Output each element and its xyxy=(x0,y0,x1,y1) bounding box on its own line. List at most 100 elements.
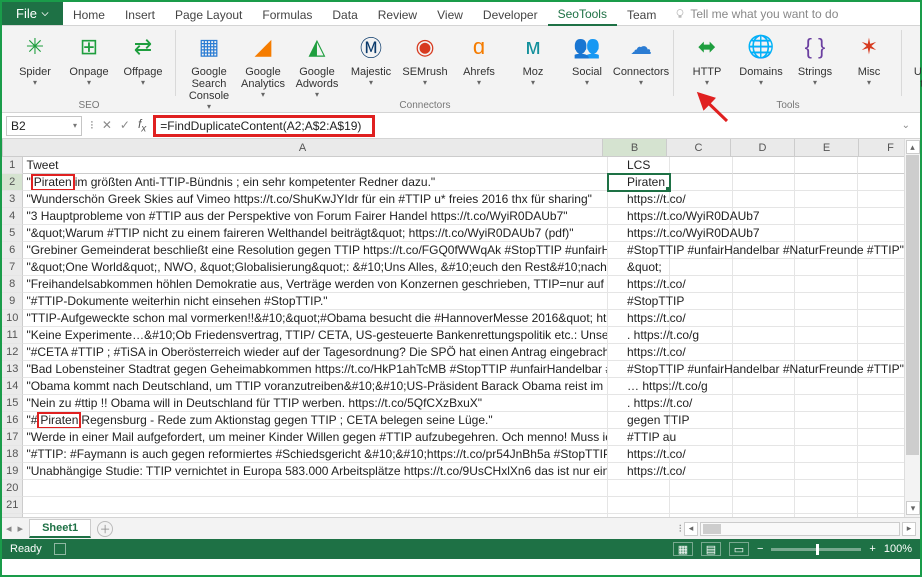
tab-view[interactable]: View xyxy=(427,2,473,25)
cell-C17[interactable] xyxy=(670,429,732,446)
row-header[interactable]: 9 xyxy=(2,293,23,310)
cell-A8[interactable]: "Freihandelsabkommen höhlen Demokratie a… xyxy=(23,276,607,293)
cell-B18[interactable] xyxy=(608,446,670,463)
cell-D9[interactable] xyxy=(733,293,795,310)
cell-C13[interactable] xyxy=(670,361,732,378)
cell-A13[interactable]: "Bad Lobensteiner Stadtrat gegen Geheima… xyxy=(23,361,607,378)
cell-E13[interactable] xyxy=(795,361,857,378)
row-header[interactable]: 19 xyxy=(2,463,23,480)
cell-D7[interactable] xyxy=(733,259,795,276)
cell-B15[interactable] xyxy=(608,395,670,412)
cell-A21[interactable] xyxy=(23,497,607,514)
cell-A16[interactable]: "#Piraten Regensburg - Rede zum Aktionst… xyxy=(23,412,607,429)
zoom-in-button[interactable]: + xyxy=(869,543,875,555)
cell-D15[interactable] xyxy=(733,395,795,412)
cell-D21[interactable] xyxy=(733,497,795,514)
cell-B1[interactable] xyxy=(608,157,670,174)
row-header[interactable]: 6 xyxy=(2,242,23,259)
cell-D2[interactable] xyxy=(733,174,795,191)
cell-D13[interactable] xyxy=(733,361,795,378)
cell-C14[interactable] xyxy=(670,378,732,395)
spider-button[interactable]: ✳Spider▾ xyxy=(8,28,62,86)
cell-A4[interactable]: "3 Hauptprobleme von #TTIP aus der Persp… xyxy=(23,208,607,225)
column-header-D[interactable]: D xyxy=(731,139,795,156)
cell-C7[interactable] xyxy=(670,259,732,276)
cell-D1[interactable] xyxy=(733,157,795,174)
formula-input[interactable]: =FindDuplicateContent(A2;A$2:A$19) xyxy=(154,116,374,136)
row-header[interactable]: 20 xyxy=(2,480,23,497)
cell-E12[interactable] xyxy=(795,344,857,361)
cell-E15[interactable] xyxy=(795,395,857,412)
cell-B14[interactable] xyxy=(608,378,670,395)
cancel-formula-icon[interactable]: ✕ xyxy=(102,118,112,132)
cell-B20[interactable] xyxy=(608,480,670,497)
cell-C6[interactable] xyxy=(670,242,732,259)
cell-D6[interactable] xyxy=(733,242,795,259)
tab-seotools[interactable]: SeoTools xyxy=(548,2,617,26)
cell-C11[interactable] xyxy=(670,327,732,344)
zoom-slider[interactable] xyxy=(771,548,861,551)
sheet-tab[interactable]: Sheet1 xyxy=(29,519,91,538)
tab-page-layout[interactable]: Page Layout xyxy=(165,2,252,25)
cell-A10[interactable]: "TTIP-Aufgeweckte schon mal vormerken!!&… xyxy=(23,310,607,327)
strings-button[interactable]: { }Strings▾ xyxy=(788,28,842,86)
cell-E14[interactable] xyxy=(795,378,857,395)
social-button[interactable]: 👥Social▾ xyxy=(560,28,614,110)
scroll-thumb[interactable] xyxy=(906,155,919,455)
cell-E11[interactable] xyxy=(795,327,857,344)
macro-record-icon[interactable] xyxy=(54,543,66,555)
cell-C20[interactable] xyxy=(670,480,732,497)
cell-E21[interactable] xyxy=(795,497,857,514)
moz-button[interactable]: мMoz▾ xyxy=(506,28,560,110)
hscroll-left-icon[interactable]: ◂ xyxy=(684,522,698,536)
cell-A2[interactable]: "Piraten im größten Anti-TTIP-Bündnis ; … xyxy=(23,174,607,191)
cell-D20[interactable] xyxy=(733,480,795,497)
cell-E1[interactable] xyxy=(795,157,857,174)
row-header[interactable]: 13 xyxy=(2,361,23,378)
ahrefs-button[interactable]: ɑAhrefs▾ xyxy=(452,28,506,110)
column-header-B[interactable]: B xyxy=(603,139,667,156)
tab-home[interactable]: Home xyxy=(63,2,115,25)
file-tab[interactable]: File xyxy=(2,2,63,25)
cell-E3[interactable] xyxy=(795,191,857,208)
cell-D11[interactable] xyxy=(733,327,795,344)
cell-D16[interactable] xyxy=(733,412,795,429)
cell-A17[interactable]: "Werde in einer Mail aufgefordert, um me… xyxy=(23,429,607,446)
cell-B4[interactable] xyxy=(608,208,670,225)
misc-button[interactable]: ✶Misc▾ xyxy=(842,28,896,86)
row-header[interactable]: 7 xyxy=(2,259,23,276)
cell-A22[interactable] xyxy=(23,514,607,517)
semrush-button[interactable]: ◉SEMrush▾ xyxy=(398,28,452,110)
expand-formula-bar-icon[interactable]: ⌄ xyxy=(896,120,916,131)
cell-B9[interactable] xyxy=(608,293,670,310)
vertical-scrollbar[interactable]: ▴ ▾ xyxy=(904,139,920,517)
cell-B2[interactable] xyxy=(608,174,670,191)
zoom-out-button[interactable]: − xyxy=(757,543,763,555)
cell-E17[interactable] xyxy=(795,429,857,446)
cell-E6[interactable] xyxy=(795,242,857,259)
cell-A12[interactable]: "#CETA #TTIP ; #TiSA in Oberösterreich w… xyxy=(23,344,607,361)
row-header[interactable]: 16 xyxy=(2,412,23,429)
scroll-down-icon[interactable]: ▾ xyxy=(906,501,920,515)
cell-E8[interactable] xyxy=(795,276,857,293)
adwords-button[interactable]: ◭GoogleAdwords▾ xyxy=(290,28,344,110)
cell-A11[interactable]: "Keine Experimente…&#10;Ob Friedensvertr… xyxy=(23,327,607,344)
cell-C3[interactable] xyxy=(670,191,732,208)
cell-E7[interactable] xyxy=(795,259,857,276)
cell-A15[interactable]: "Nein zu #ttip !! Obama will in Deutschl… xyxy=(23,395,607,412)
cell-C8[interactable] xyxy=(670,276,732,293)
horizontal-scrollbar[interactable] xyxy=(700,522,900,536)
cell-E22[interactable] xyxy=(795,514,857,517)
cell-C22[interactable] xyxy=(670,514,732,517)
zoom-level[interactable]: 100% xyxy=(884,543,912,555)
chevron-down-icon[interactable]: ▾ xyxy=(73,121,77,130)
row-header[interactable]: 2 xyxy=(2,174,23,191)
cell-E9[interactable] xyxy=(795,293,857,310)
cell-B19[interactable] xyxy=(608,463,670,480)
row-header[interactable]: 3 xyxy=(2,191,23,208)
row-header[interactable]: 14 xyxy=(2,378,23,395)
cell-B21[interactable] xyxy=(608,497,670,514)
row-header[interactable]: 1 xyxy=(2,157,23,174)
row-header[interactable]: 15 xyxy=(2,395,23,412)
cell-B17[interactable] xyxy=(608,429,670,446)
